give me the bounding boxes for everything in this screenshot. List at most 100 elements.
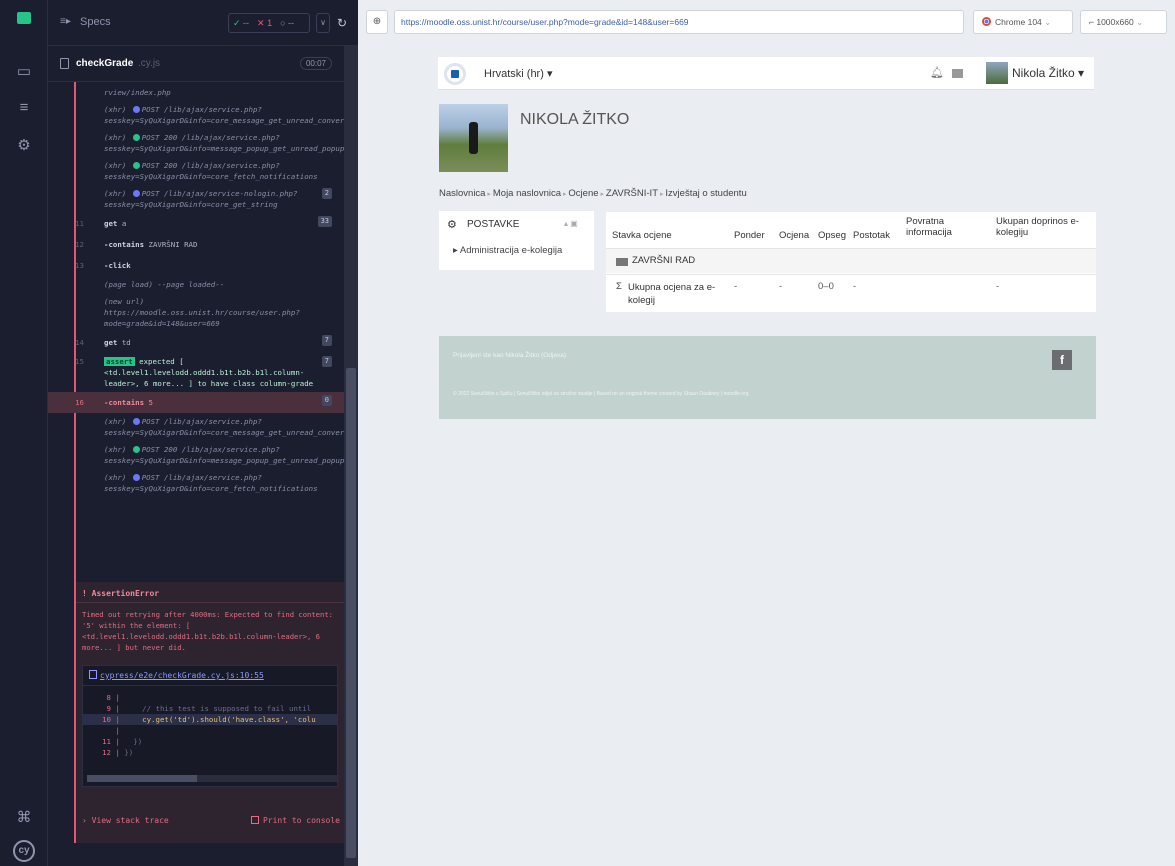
- settings-gear-icon[interactable]: ⚙: [14, 136, 34, 156]
- line-number: 8: [106, 693, 111, 702]
- folder-icon: [616, 258, 628, 266]
- moodle-logo-icon[interactable]: [444, 63, 466, 85]
- settings-item-admin[interactable]: ▸ Administracija e-kolegija: [453, 245, 562, 256]
- command-entry[interactable]: 13 -click: [48, 255, 344, 276]
- total-ponder: -: [734, 281, 738, 292]
- command-entry[interactable]: (xhr) POST 200 /lib/ajax/service.php?ses…: [48, 441, 344, 469]
- browser-selector[interactable]: Chrome 104 ⌄: [973, 10, 1073, 34]
- url-text: https://moodle.oss.unist.hr/course/user.…: [401, 17, 689, 27]
- reporter-scrollbar-thumb[interactable]: [346, 368, 356, 858]
- footer-copyright: © 2022 Sveučilište u Splitu | Sveučilišn…: [453, 391, 749, 397]
- command-entry[interactable]: (new url) https://moodle.oss.unist.hr/co…: [48, 293, 344, 332]
- xhr-status-dot: [132, 162, 140, 169]
- command-entry[interactable]: 12 -contains ZAVRŠNI RAD: [48, 234, 344, 255]
- grade-table: Stavka ocjene Ponder Ocjena Opseg Postot…: [606, 212, 1096, 312]
- code-line: 12 | }): [83, 747, 337, 758]
- xhr-status-dot: [132, 446, 140, 453]
- rerun-button[interactable]: ↻: [332, 13, 352, 33]
- command-entry[interactable]: (xhr) POST /lib/ajax/service.php?sesskey…: [48, 413, 344, 441]
- code-line: 10 | cy.get('td').should('have.class', '…: [83, 714, 337, 725]
- line-number: 12: [102, 748, 111, 757]
- xhr-text: POST 200 /lib/ajax/service.php?sesskey=S…: [104, 133, 344, 153]
- total-ocjena: -: [779, 281, 783, 292]
- command-entry[interactable]: (xhr) POST 200 /lib/ajax/service.php?ses…: [48, 129, 344, 157]
- viewport-icon: ⌐: [1089, 17, 1094, 27]
- xhr-status-dot: [132, 134, 140, 141]
- command-arg: a: [121, 219, 127, 228]
- code-line: 9 | // this test is supposed to fail unt…: [83, 703, 337, 714]
- gears-icon: ⚙: [447, 219, 457, 231]
- specs-icon: ≡▸: [60, 16, 71, 27]
- spec-extension: .cy.js: [138, 58, 161, 69]
- notifications-bell-icon[interactable]: 🔔︎: [930, 66, 944, 79]
- command-entry[interactable]: (xhr) POST /lib/ajax/service.php?sesskey…: [48, 469, 344, 497]
- command-entry[interactable]: 11 get a 33: [48, 213, 344, 234]
- breadcrumb-item[interactable]: Ocjene: [568, 188, 598, 199]
- viewport-size[interactable]: ⌐ 1000x660 ⌄: [1080, 10, 1167, 34]
- command-entry[interactable]: 16 -contains 5 0: [48, 392, 344, 413]
- command-count-badge: 2: [321, 188, 332, 199]
- category-label: ZAVRŠNI RAD: [632, 255, 696, 266]
- chevron-down-icon: ⌄: [1136, 17, 1144, 27]
- keyboard-shortcuts-icon[interactable]: ⌘: [14, 808, 34, 828]
- xhr-label: (xhr): [104, 473, 131, 482]
- runs-icon[interactable]: ≡: [14, 98, 34, 118]
- file-icon: [60, 58, 69, 69]
- command-name: get: [104, 219, 118, 228]
- command-entry[interactable]: rview/index.php: [48, 84, 344, 101]
- command-entry[interactable]: (xhr) POST 200 /lib/ajax/service.php?ses…: [48, 157, 344, 185]
- chrome-icon: [982, 17, 991, 26]
- xhr-text: POST 200 /lib/ajax/service.php?sesskey=S…: [104, 445, 344, 465]
- command-count-badge: 0: [321, 395, 332, 406]
- block-collapse-icon[interactable]: ▴ ▣: [564, 219, 578, 228]
- print-to-console-button[interactable]: Print to console: [250, 810, 340, 832]
- settings-block: ⚙ POSTAVKE ▴ ▣ ▸ Administracija e-kolegi…: [439, 211, 594, 270]
- refresh-icon: ↻: [336, 16, 348, 30]
- command-number: 11: [75, 219, 84, 228]
- command-number: 14: [75, 338, 84, 347]
- command-entry[interactable]: 15 assert expected [ <td.level1.levelodd.…: [48, 353, 344, 392]
- user-avatar[interactable]: [986, 62, 1008, 84]
- settings-title: POSTAVKE: [467, 219, 520, 230]
- assert-label: assert: [104, 357, 135, 366]
- aut-frame: ⊕ https://moodle.oss.unist.hr/course/use…: [358, 0, 1175, 866]
- language-menu[interactable]: Hrvatski (hr) ▾: [484, 67, 552, 80]
- cypress-logo-icon: [14, 8, 34, 28]
- breadcrumb-item[interactable]: Naslovnica: [439, 188, 485, 199]
- command-count-badge: 7: [321, 356, 332, 367]
- line-number: 11: [102, 737, 111, 746]
- command-note: (new url) https://moodle.oss.unist.hr/co…: [104, 297, 300, 328]
- line-code: cy.get('td').should('have.class', 'colu: [124, 715, 316, 724]
- view-stack-trace-button[interactable]: › View stack trace: [82, 810, 169, 832]
- command-name: -click: [104, 261, 131, 270]
- total-row: Σ Ukupna ocjena za e-kolegij - - 0–0 - -: [606, 274, 1096, 312]
- total-doprinos: -: [996, 281, 1000, 292]
- xhr-label: (xhr): [104, 133, 131, 142]
- url-input[interactable]: https://moodle.oss.unist.hr/course/user.…: [394, 10, 964, 34]
- command-log-reporter: ≡▸ Specs ✓ -- ✕ 1 ○ -- ∨ ↻ checkGrade .c…: [48, 0, 358, 866]
- facebook-icon[interactable]: f: [1052, 350, 1072, 370]
- code-file-link[interactable]: cypress/e2e/checkGrade.cy.js:10:55: [100, 671, 264, 680]
- breadcrumb-item[interactable]: Moja naslovnica: [493, 188, 561, 199]
- specs-list-icon[interactable]: ▭: [14, 62, 34, 82]
- command-list: rview/index.php (xhr) POST /lib/ajax/serv…: [48, 82, 344, 582]
- selector-playground-button[interactable]: ⊕: [366, 10, 388, 34]
- code-scrollbar[interactable]: [87, 775, 339, 782]
- command-entry[interactable]: (page load) --page loaded--: [48, 276, 344, 293]
- messages-icon[interactable]: [952, 69, 963, 78]
- col-stavka: Stavka ocjene: [612, 230, 672, 241]
- total-postotak: -: [853, 281, 857, 292]
- category-row: ZAVRŠNI RAD: [606, 248, 1096, 273]
- breadcrumb-item[interactable]: ZAVRŠNI-IT: [606, 188, 658, 199]
- command-entry[interactable]: (xhr) POST /lib/ajax/service-nologin.php…: [48, 185, 344, 213]
- xhr-label: (xhr): [104, 189, 131, 198]
- command-entry[interactable]: (xhr) POST /lib/ajax/service.php?sesskey…: [48, 101, 344, 129]
- code-line: |: [111, 726, 125, 735]
- user-menu[interactable]: Nikola Žitko ▾: [1012, 66, 1084, 80]
- spec-name: checkGrade: [76, 58, 134, 69]
- specs-label[interactable]: Specs: [80, 16, 111, 28]
- browser-url-bar: ⊕ https://moodle.oss.unist.hr/course/use…: [358, 10, 1175, 36]
- user-name: Nikola Žitko: [1012, 66, 1075, 80]
- command-entry[interactable]: 14 get td 7: [48, 332, 344, 353]
- auto-scroll-toggle[interactable]: ∨: [316, 13, 330, 33]
